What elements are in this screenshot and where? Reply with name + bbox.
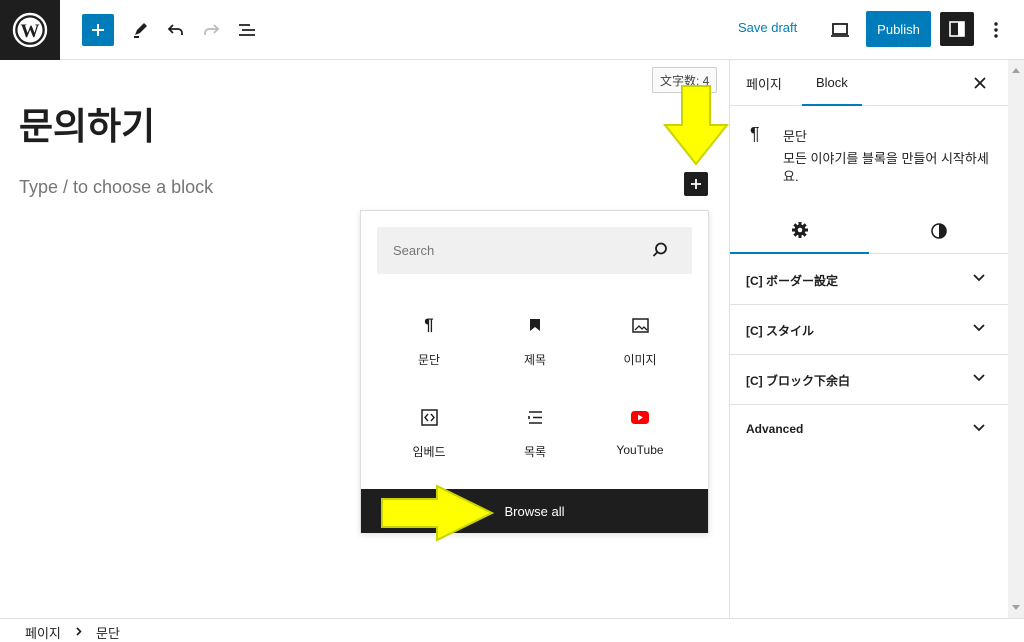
block-inspector-tabs <box>730 208 1009 254</box>
publish-button[interactable]: Publish <box>866 11 931 47</box>
gear-icon <box>791 222 808 238</box>
annotation-arrow-right <box>381 484 495 542</box>
tools-button[interactable] <box>124 14 156 46</box>
half-circle-icon <box>930 223 947 239</box>
block-item-label: 이미지 <box>623 353 657 367</box>
settings-sidebar: 페이지 Block ¶ 문단 모든 이야기를 블록을 만들어 시작하세요. [C… <box>729 60 1009 618</box>
chevron-down-icon <box>973 324 985 332</box>
image-icon <box>630 315 650 335</box>
block-item-embed[interactable]: 임베드 <box>379 393 479 473</box>
panel-advanced[interactable]: Advanced <box>730 405 1009 455</box>
options-menu-button[interactable] <box>980 14 1012 46</box>
embed-icon <box>419 407 439 427</box>
youtube-icon <box>630 407 650 427</box>
list-icon <box>525 407 545 427</box>
scroll-down-icon[interactable] <box>1011 604 1021 612</box>
scroll-up-icon[interactable] <box>1011 66 1021 74</box>
sidebar-scrollbar[interactable] <box>1008 60 1024 618</box>
settings-toggle-button[interactable] <box>940 12 974 46</box>
breadcrumb: 페이지 문단 <box>0 618 1024 642</box>
annotation-arrow-down <box>662 85 730 166</box>
redo-icon <box>204 24 220 35</box>
tab-styles[interactable] <box>869 208 1008 254</box>
close-sidebar-button[interactable] <box>970 73 990 93</box>
block-item-label: 목록 <box>523 445 547 459</box>
desktop-preview-icon <box>831 23 849 37</box>
panel-border-settings[interactable]: [C] ボーダー設定 <box>730 255 1009 305</box>
block-search-input[interactable] <box>377 227 647 274</box>
save-draft-button[interactable]: Save draft <box>738 20 797 35</box>
block-card-description: 모든 이야기를 블록을 만들어 시작하세요. <box>783 151 989 184</box>
panel-title: [C] ブロック下余白 <box>746 374 850 388</box>
block-item-label: 임베드 <box>412 445 446 459</box>
panel-title: Advanced <box>746 422 804 436</box>
undo-icon <box>167 24 183 35</box>
block-item-label: YouTube <box>616 443 664 457</box>
chevron-down-icon <box>973 374 985 382</box>
plus-icon <box>92 24 104 36</box>
block-card-title: 문단 <box>783 129 807 144</box>
tab-settings[interactable] <box>730 208 869 254</box>
editor-canvas: 文字数: 4 문의하기 Type / to choose a block ¶ 문… <box>0 60 730 618</box>
list-view-icon <box>239 24 255 36</box>
block-item-youtube[interactable]: YouTube <box>590 393 690 473</box>
add-block-button[interactable] <box>82 14 114 46</box>
block-placeholder[interactable]: Type / to choose a block <box>19 177 213 198</box>
block-item-label: 제목 <box>523 353 547 367</box>
chevron-right-icon <box>76 627 82 636</box>
breadcrumb-page[interactable]: 페이지 <box>25 623 61 642</box>
paragraph-icon: ¶ <box>750 124 760 144</box>
page-title[interactable]: 문의하기 <box>19 96 155 150</box>
inline-add-block-button[interactable] <box>684 172 708 196</box>
block-item-heading[interactable]: 제목 <box>485 301 585 381</box>
search-icon <box>652 242 667 257</box>
undo-button[interactable] <box>160 14 192 46</box>
pencil-icon <box>134 23 147 38</box>
tab-block[interactable]: Block <box>802 60 862 106</box>
tab-page[interactable]: 페이지 <box>746 60 782 106</box>
editor-header: W Save draft Publish <box>0 0 1024 60</box>
block-item-paragraph[interactable]: ¶ 문단 <box>379 301 479 381</box>
block-item-label: 문단 <box>417 353 441 367</box>
preview-button[interactable] <box>824 14 856 46</box>
panel-bottom-margin[interactable]: [C] ブロック下余白 <box>730 355 1009 405</box>
block-item-list[interactable]: 목록 <box>485 393 585 473</box>
wordpress-icon: W <box>12 12 48 48</box>
panel-title: [C] ボーダー設定 <box>746 274 838 288</box>
chevron-down-icon <box>973 274 985 282</box>
plus-icon <box>691 179 701 189</box>
close-icon <box>974 77 986 89</box>
panel-title: [C] スタイル <box>746 324 814 338</box>
wordpress-logo[interactable]: W <box>0 0 60 60</box>
redo-button[interactable] <box>195 14 227 46</box>
paragraph-icon: ¶ <box>424 315 434 334</box>
document-overview-button[interactable] <box>231 14 263 46</box>
breadcrumb-paragraph[interactable]: 문단 <box>96 623 120 642</box>
block-item-image[interactable]: 이미지 <box>590 301 690 381</box>
chevron-down-icon <box>973 424 985 432</box>
more-vertical-icon <box>994 22 998 38</box>
sidebar-icon <box>949 21 965 37</box>
sidebar-tabs: 페이지 Block <box>730 60 1009 106</box>
panel-style[interactable]: [C] スタイル <box>730 305 1009 355</box>
inserter-search <box>377 227 692 274</box>
block-card: ¶ 문단 모든 이야기를 블록을 만들어 시작하세요. <box>730 106 1009 206</box>
svg-text:W: W <box>21 21 40 42</box>
bookmark-icon <box>525 315 545 335</box>
